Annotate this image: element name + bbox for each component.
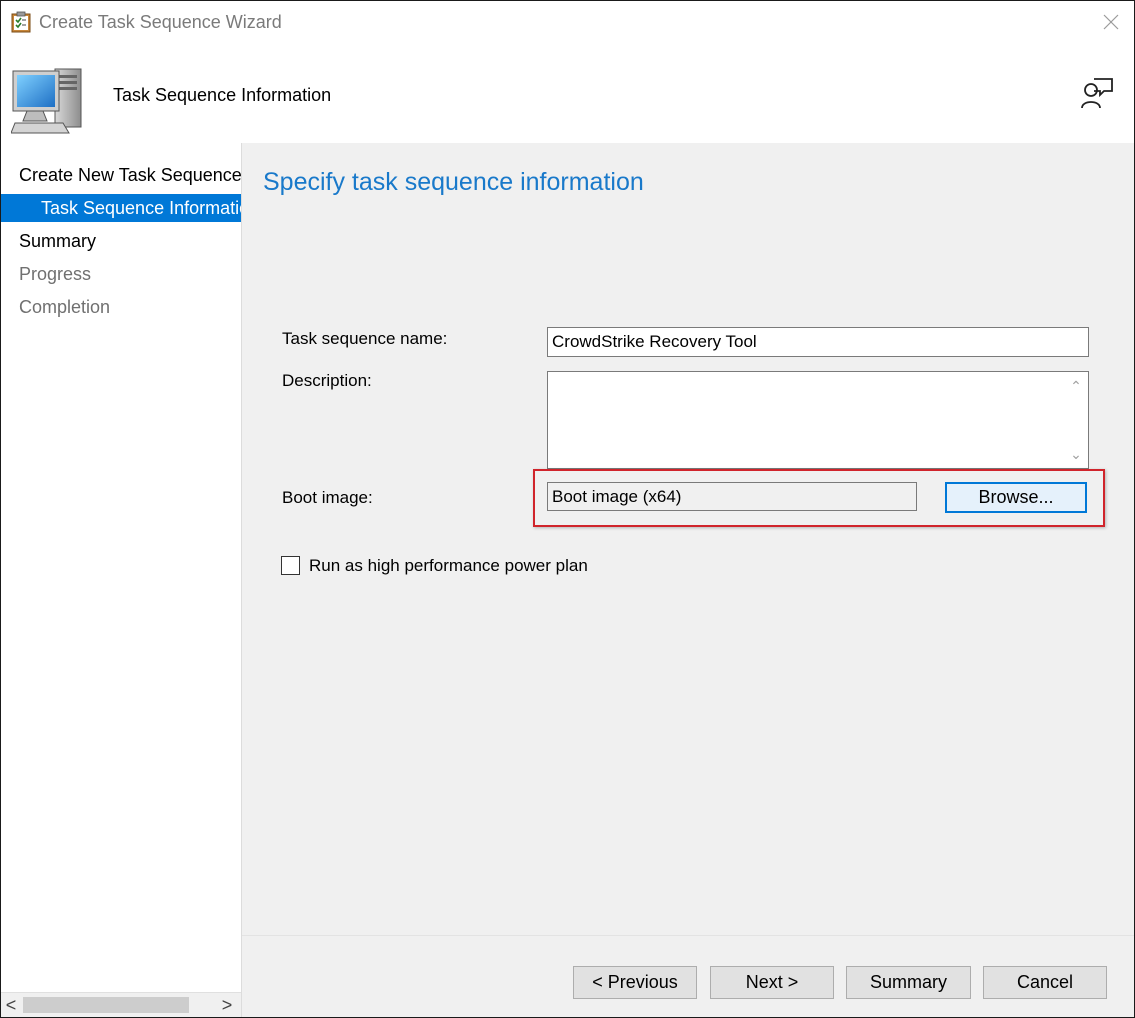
- task-sequence-name-label: Task sequence name:: [282, 329, 448, 348]
- boot-image-field: Boot image (x64): [547, 482, 917, 511]
- title-bar: Create Task Sequence Wizard: [1, 1, 1134, 43]
- close-icon: [1103, 14, 1119, 30]
- description-label: Description:: [282, 371, 372, 390]
- step-completion: Completion: [19, 297, 111, 317]
- cancel-button[interactable]: Cancel: [983, 966, 1107, 999]
- step-create-new-task-sequence[interactable]: Create New Task Sequence: [1, 161, 241, 189]
- summary-button[interactable]: Summary: [846, 966, 971, 999]
- wizard-window: Create Task Sequence Wizard Task Sequenc…: [0, 0, 1135, 1018]
- wizard-steps-sidebar: Create New Task Sequence Task Sequence I…: [1, 143, 242, 1017]
- wizard-footer: < Previous Next > Summary Cancel: [242, 935, 1134, 1017]
- high-performance-checkbox[interactable]: [281, 556, 300, 575]
- page-heading: Specify task sequence information: [263, 168, 644, 196]
- high-performance-label[interactable]: Run as high performance power plan: [309, 556, 588, 576]
- window-title: Create Task Sequence Wizard: [39, 12, 282, 32]
- browse-button[interactable]: Browse...: [945, 482, 1087, 513]
- step-summary[interactable]: Summary: [1, 227, 241, 255]
- wizard-header: Task Sequence Information: [1, 43, 1134, 143]
- next-button[interactable]: Next >: [710, 966, 834, 999]
- boot-image-label: Boot image:: [282, 488, 373, 507]
- help-person-icon[interactable]: [1080, 76, 1114, 112]
- description-scrollbar[interactable]: ⌃ ⌄: [1064, 372, 1088, 468]
- task-sequence-name-input[interactable]: CrowdStrike Recovery Tool: [547, 327, 1089, 357]
- wizard-clipboard-icon: [11, 11, 31, 33]
- scroll-down-icon[interactable]: ⌄: [1064, 442, 1088, 466]
- scroll-left-button[interactable]: <: [1, 993, 21, 1017]
- previous-button[interactable]: < Previous: [573, 966, 697, 999]
- header-title: Task Sequence Information: [113, 85, 332, 105]
- sidebar-horizontal-scrollbar[interactable]: < >: [1, 992, 241, 1017]
- step-task-sequence-information[interactable]: Task Sequence Information: [1, 194, 241, 222]
- scroll-up-icon[interactable]: ⌃: [1064, 374, 1088, 398]
- scroll-right-button[interactable]: >: [217, 993, 237, 1017]
- close-button[interactable]: [1088, 1, 1134, 43]
- step-progress: Progress: [19, 264, 92, 284]
- description-textarea[interactable]: ⌃ ⌄: [547, 371, 1089, 469]
- computer-icon: [10, 61, 87, 139]
- scrollbar-thumb[interactable]: [23, 997, 189, 1013]
- wizard-content: Specify task sequence information Task s…: [242, 143, 1134, 935]
